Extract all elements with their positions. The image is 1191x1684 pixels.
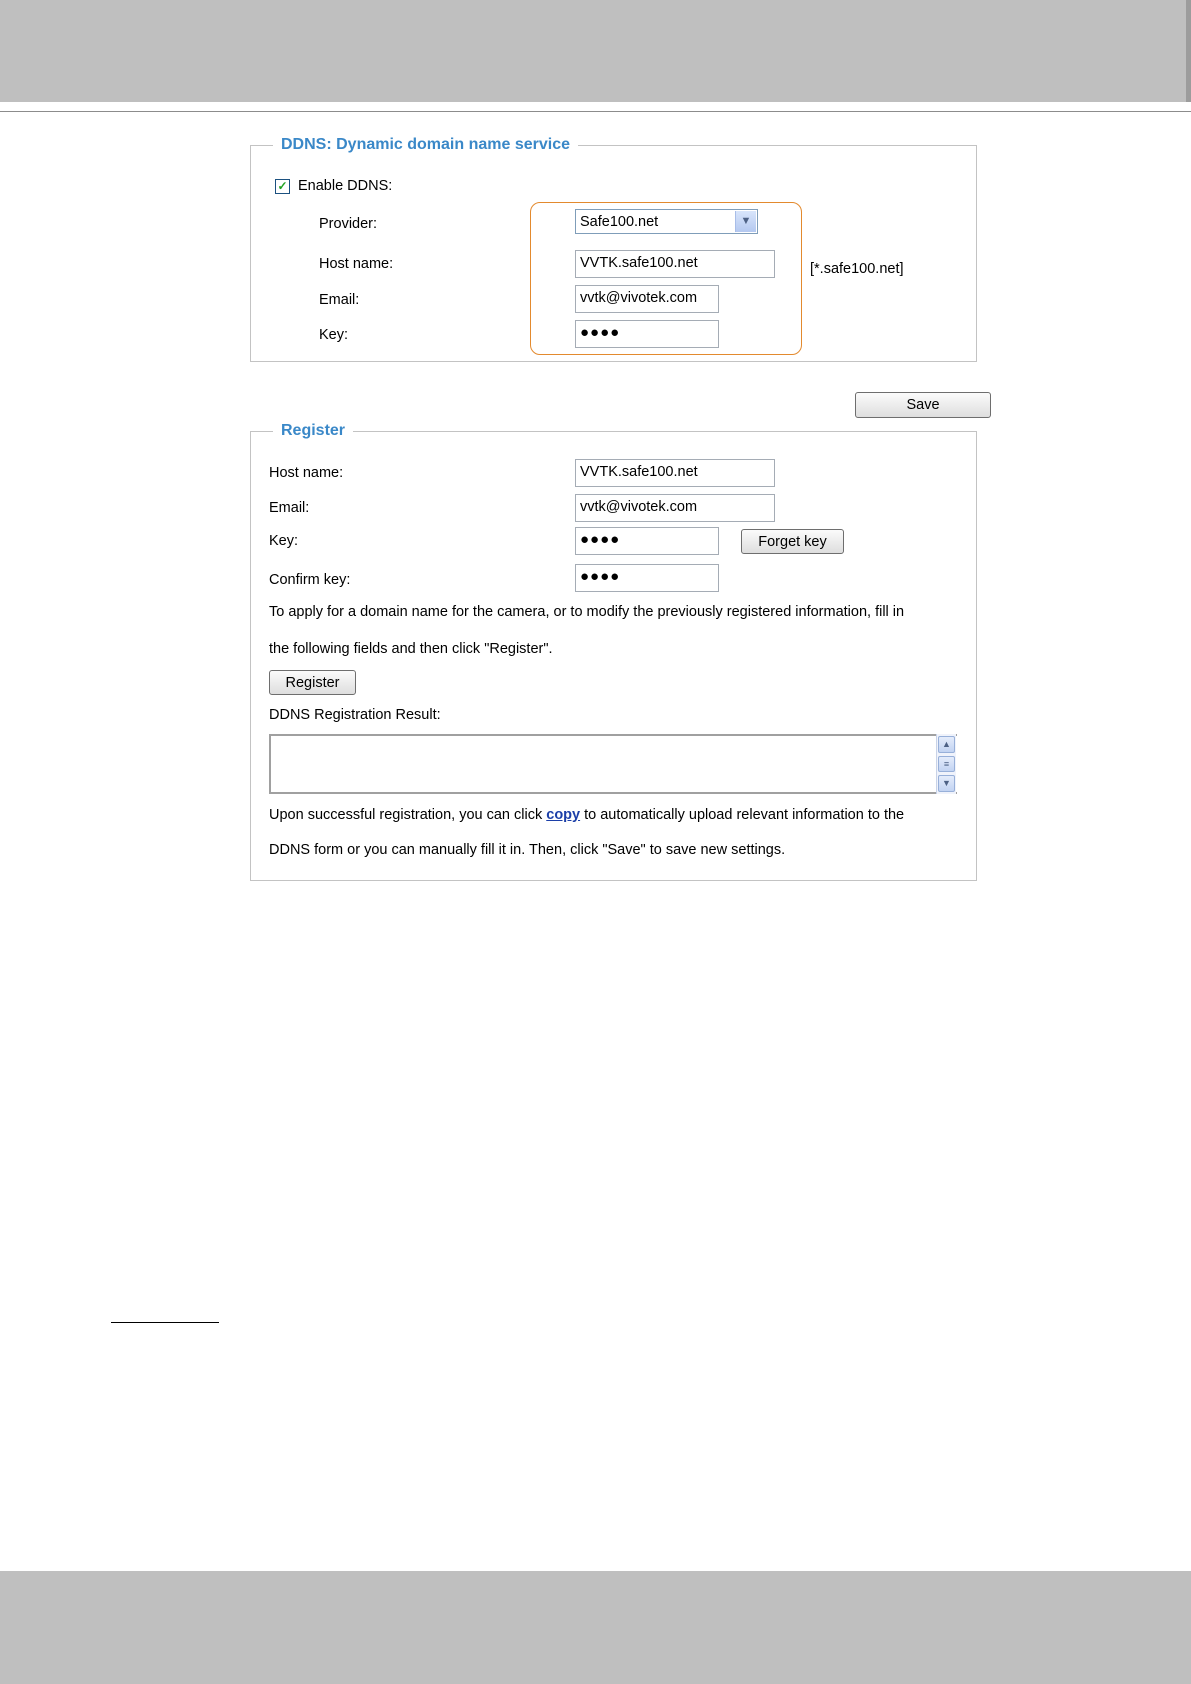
forget-key-button[interactable]: Forget key xyxy=(741,529,844,554)
enable-ddns-checkbox[interactable]: ✓ xyxy=(275,179,290,194)
provider-label: Provider: xyxy=(319,216,378,232)
ddns-hostname-label: Host name: xyxy=(319,256,394,272)
save-button[interactable]: Save xyxy=(855,392,991,418)
registration-note-text-b: to automatically upload relevant informa… xyxy=(580,807,905,823)
confirm-key-label: Confirm key: xyxy=(269,572,351,588)
registration-result-textarea[interactable] xyxy=(269,734,957,794)
header-divider xyxy=(0,111,1191,112)
scroll-thumb[interactable]: ≡ xyxy=(938,756,955,772)
provider-select-value: Safe100.net xyxy=(580,214,659,230)
ddns-key-input[interactable]: ●●●● xyxy=(575,320,719,348)
registration-note-line2: DDNS form or you can manually fill it in… xyxy=(269,842,786,858)
register-instructions-line1: To apply for a domain name for the camer… xyxy=(269,604,905,620)
scroll-down-icon[interactable]: ▼ xyxy=(938,775,955,792)
result-scrollbar[interactable]: ▲ ≡ ▼ xyxy=(936,734,956,794)
footer-band xyxy=(0,1571,1191,1684)
copy-link[interactable]: copy xyxy=(546,807,580,823)
ddns-hostname-input[interactable]: VVTK.safe100.net xyxy=(575,250,775,278)
register-group-title: Register xyxy=(273,420,354,442)
register-email-label: Email: xyxy=(269,500,310,516)
registration-note-line1: Upon successful registration, you can cl… xyxy=(269,806,904,824)
register-key-input[interactable]: ●●●● xyxy=(575,527,719,555)
register-hostname-label: Host name: xyxy=(269,465,344,481)
page-edge-marker xyxy=(1186,0,1191,102)
registration-note-text-a: Upon successful registration, you can cl… xyxy=(269,807,547,823)
hostname-suffix-hint: [*.safe100.net] xyxy=(810,261,904,277)
chevron-down-icon[interactable]: ▼ xyxy=(735,211,756,232)
provider-select[interactable]: Safe100.net ▼ xyxy=(575,209,758,234)
footnote-divider xyxy=(111,1322,219,1323)
ddns-email-label: Email: xyxy=(319,292,360,308)
confirm-key-input[interactable]: ●●●● xyxy=(575,564,719,592)
register-button[interactable]: Register xyxy=(269,670,356,695)
checkmark-icon: ✓ xyxy=(277,179,288,193)
register-hostname-input[interactable]: VVTK.safe100.net xyxy=(575,459,775,487)
register-key-label: Key: xyxy=(269,533,299,549)
scroll-up-icon[interactable]: ▲ xyxy=(938,736,955,753)
header-band xyxy=(0,0,1191,102)
ddns-key-label: Key: xyxy=(319,327,349,343)
ddns-email-input[interactable]: vvtk@vivotek.com xyxy=(575,285,719,313)
register-instructions-line2: the following fields and then click "Reg… xyxy=(269,641,553,657)
register-email-input[interactable]: vvtk@vivotek.com xyxy=(575,494,775,522)
enable-ddns-label: Enable DDNS: xyxy=(298,178,393,194)
ddns-group-title: DDNS: Dynamic domain name service xyxy=(273,134,578,156)
registration-result-label: DDNS Registration Result: xyxy=(269,707,441,723)
